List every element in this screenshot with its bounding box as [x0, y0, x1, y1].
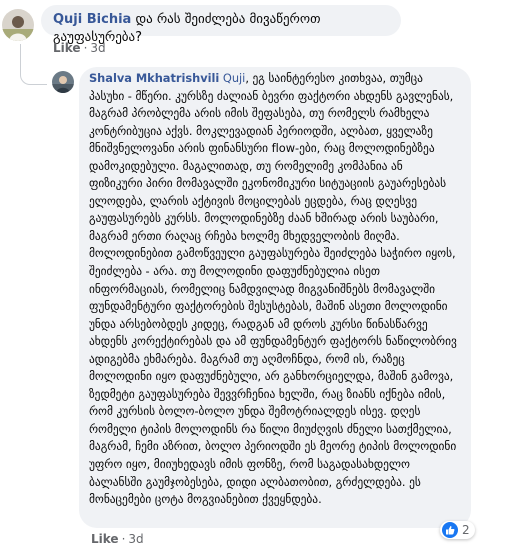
- reply-actions: Like · 3d: [91, 532, 144, 546]
- avatar-quji[interactable]: [2, 9, 34, 41]
- top-comment-actions: Like · 3d: [53, 41, 106, 55]
- reply-time[interactable]: 3d: [128, 532, 143, 546]
- top-comment-time[interactable]: 3d: [90, 41, 105, 55]
- reply-bubble: Shalva Mkhatrishvili Quji, ეგ საინტერესო…: [79, 67, 471, 528]
- top-comment-like-button[interactable]: Like: [53, 41, 81, 55]
- avatar-shalva[interactable]: [52, 71, 74, 93]
- reply-thread-connector: [20, 44, 47, 85]
- top-comment-author-link[interactable]: Quji Bichia: [53, 12, 131, 27]
- separator-dot: ·: [121, 532, 126, 546]
- reply-text: , ეგ საინტერესო კითხვაა, თუმცა პასუხი - …: [89, 71, 457, 507]
- reply-like-button[interactable]: Like: [91, 532, 119, 546]
- reaction-count: 2: [462, 523, 470, 537]
- reply-mention-link[interactable]: Quji: [223, 71, 245, 85]
- separator-dot: ·: [83, 41, 88, 55]
- reply-text-block: Shalva Mkhatrishvili Quji, ეგ საინტერესო…: [89, 70, 459, 509]
- like-reaction-icon: [442, 522, 458, 538]
- reply-author-link[interactable]: Shalva Mkhatrishvili: [89, 71, 219, 85]
- top-comment-bubble: Quji Bichia და რას შეიძლება მივაწეროთ გა…: [41, 5, 401, 45]
- reaction-summary[interactable]: 2: [440, 521, 475, 539]
